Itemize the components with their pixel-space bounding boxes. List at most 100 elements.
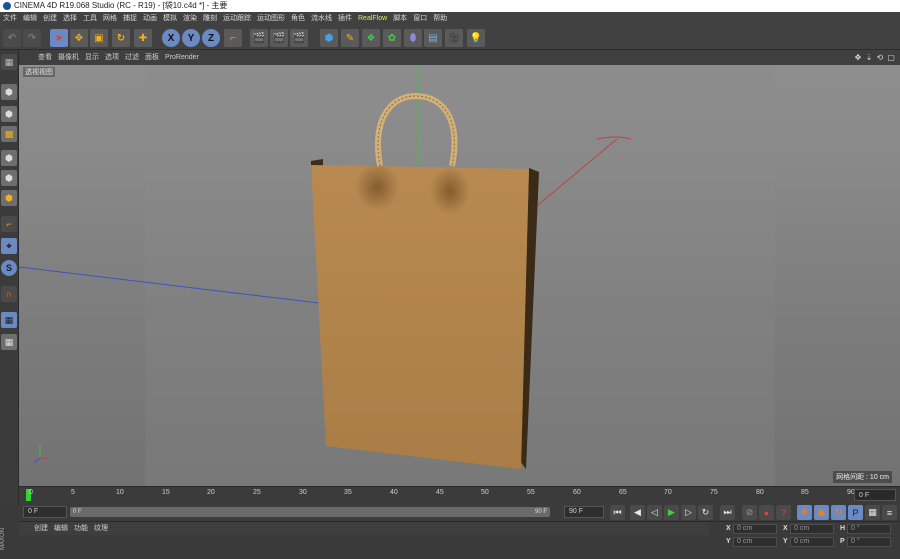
viewport-scene (19, 65, 775, 486)
points-mode-icon[interactable]: ⬢ (1, 150, 17, 166)
record-rotation-icon[interactable]: ↻ (831, 505, 846, 520)
position-y-field[interactable]: 0 cm (733, 537, 777, 547)
light-icon[interactable]: 💡 (467, 29, 485, 47)
pen-spline-icon[interactable]: ✎ (341, 29, 359, 47)
floor-icon[interactable]: ▤ (424, 29, 442, 47)
menu-sculpt[interactable]: 雕刻 (200, 12, 220, 26)
y-axis-lock-icon[interactable]: Y (182, 29, 200, 47)
record-pla-icon[interactable]: ▦ (865, 505, 880, 520)
x-axis-lock-icon[interactable]: X (162, 29, 180, 47)
next-frame-icon[interactable]: ▷ (681, 505, 696, 520)
axis-mode-icon[interactable]: ⌐ (1, 216, 17, 232)
position-x-field[interactable]: 0 cm (733, 524, 777, 534)
render-picture-viewer-icon[interactable]: 🎬 (270, 29, 288, 47)
size-x-field[interactable]: 0 cm (790, 524, 834, 534)
rotation-p-field[interactable]: 0 ° (847, 537, 891, 547)
viewport-menu-view[interactable]: 查看 (35, 50, 55, 65)
cube-primitive-icon[interactable]: ⬢ (320, 29, 338, 47)
camera-icon[interactable]: 🎥 (445, 29, 463, 47)
subdivision-surface-icon[interactable]: ❖ (362, 29, 380, 47)
magnet-icon[interactable]: ∩ (1, 286, 17, 302)
z-axis-lock-icon[interactable]: Z (202, 29, 220, 47)
menu-animate[interactable]: 动画 (140, 12, 160, 26)
menu-edit[interactable]: 编辑 (20, 12, 40, 26)
keyframe-selection-icon[interactable]: ? (776, 505, 791, 520)
viewport-menu-prorender[interactable]: ProRender (162, 50, 202, 65)
previous-key-icon[interactable]: ◀ (630, 505, 645, 520)
menu-snap[interactable]: 捕捉 (120, 12, 140, 26)
menu-window[interactable]: 窗口 (410, 12, 430, 26)
viewport-menu-panel[interactable]: 面板 (142, 50, 162, 65)
viewport-menu-filter[interactable]: 过滤 (122, 50, 142, 65)
coordinate-system-icon[interactable]: ⌐ (224, 29, 242, 47)
timeline-ruler[interactable]: 0 5 10 15 20 25 30 35 40 45 50 55 60 65 … (19, 486, 900, 503)
recent-tools-icon[interactable]: ✚ (134, 29, 152, 47)
perspective-viewport[interactable]: 透视视图 网格间距 : 10 cm (19, 65, 900, 486)
menu-pipeline[interactable]: 流水线 (308, 12, 335, 26)
left-toolbar: ▦ ⬢ ⬢ ▩ ⬢ ⬢ ⬢ ⌐ ⌖ S ∩ ▦ ▦ (0, 50, 19, 505)
go-to-end-icon[interactable]: ⏭ (720, 505, 735, 520)
material-menu-function[interactable]: 功能 (71, 522, 91, 535)
cinema4d-logo-icon (3, 2, 11, 10)
timeline-end-frame[interactable]: 0 F (854, 489, 896, 501)
menu-realflow[interactable]: RealFlow (355, 12, 390, 26)
move-icon[interactable]: ✥ (70, 29, 88, 47)
make-editable-icon[interactable]: ▦ (1, 54, 17, 70)
lock-workplane-icon[interactable]: ▦ (1, 312, 17, 328)
menu-plugins[interactable]: 插件 (335, 12, 355, 26)
scale-icon[interactable]: ▣ (90, 29, 108, 47)
record-scale-icon[interactable]: ▣ (814, 505, 829, 520)
select-cursor-icon[interactable]: ➤ (50, 29, 68, 47)
go-to-start-icon[interactable]: ⏮ (610, 505, 625, 520)
menu-script[interactable]: 脚本 (390, 12, 410, 26)
record-position-icon[interactable]: ✥ (797, 505, 812, 520)
menu-tools[interactable]: 工具 (80, 12, 100, 26)
material-menu-edit[interactable]: 编辑 (51, 522, 71, 535)
polygons-mode-icon[interactable]: ⬢ (1, 190, 17, 206)
workplane-mode-icon[interactable]: ▩ (1, 126, 17, 142)
preview-range-slider[interactable]: 0 F 90 F (70, 507, 550, 517)
rotate-icon[interactable]: ↻ (112, 29, 130, 47)
menu-character[interactable]: 角色 (288, 12, 308, 26)
next-key-icon[interactable]: ↻ (698, 505, 713, 520)
viewport-menu-options[interactable]: 选项 (102, 50, 122, 65)
menu-mesh[interactable]: 网格 (100, 12, 120, 26)
model-mode-icon[interactable]: ⬢ (1, 84, 17, 100)
planar-workplane-icon[interactable]: ▦ (1, 334, 17, 350)
autokeying-icon[interactable]: ● (759, 505, 774, 520)
redo-icon[interactable]: ↷ (23, 29, 41, 47)
cloner-icon[interactable]: ✿ (383, 29, 401, 47)
menu-help[interactable]: 帮助 (430, 12, 450, 26)
menu-file[interactable]: 文件 (0, 12, 20, 26)
menu-simulate[interactable]: 模拟 (160, 12, 180, 26)
deformer-icon[interactable]: ⬮ (404, 29, 422, 47)
timeline-tick: 75 (710, 489, 718, 496)
render-view-icon[interactable]: 🎬 (250, 29, 268, 47)
texture-mode-icon[interactable]: ⬢ (1, 106, 17, 122)
tweak-mode-icon[interactable]: ⌖ (1, 238, 17, 254)
viewport-menu-display[interactable]: 显示 (82, 50, 102, 65)
viewport-menu-cameras[interactable]: 摄像机 (55, 50, 82, 65)
snap-icon[interactable]: S (1, 260, 17, 276)
current-frame-field[interactable]: 0 F (23, 506, 67, 518)
material-menu-create[interactable]: 创建 (31, 522, 51, 535)
rotation-h-field[interactable]: 0 ° (847, 524, 891, 534)
timeline-tick: 0 (29, 489, 33, 496)
render-settings-icon[interactable]: 🎬 (290, 29, 308, 47)
menu-create[interactable]: 创建 (40, 12, 60, 26)
undo-icon[interactable]: ↶ (3, 29, 21, 47)
max-frame-field[interactable]: 90 F (564, 506, 604, 518)
material-menu-texture[interactable]: 纹理 (91, 522, 111, 535)
menu-motion-tracker[interactable]: 运动跟踪 (220, 12, 254, 26)
play-forward-icon[interactable]: ▶ (664, 505, 679, 520)
size-y-field[interactable]: 0 cm (790, 537, 834, 547)
menu-select[interactable]: 选择 (60, 12, 80, 26)
record-active-objects-icon[interactable]: ⊘ (742, 505, 757, 520)
menu-render[interactable]: 渲染 (180, 12, 200, 26)
record-parameter-icon[interactable]: P (848, 505, 863, 520)
menu-mograph[interactable]: 运动图形 (254, 12, 288, 26)
previous-frame-icon[interactable]: ◁ (647, 505, 662, 520)
edges-mode-icon[interactable]: ⬢ (1, 170, 17, 186)
viewport-navigation-icons[interactable]: ✥ ⇣ ⟲ ▢ (855, 50, 896, 65)
timeline-menu-icon[interactable]: ≡ (882, 505, 897, 520)
